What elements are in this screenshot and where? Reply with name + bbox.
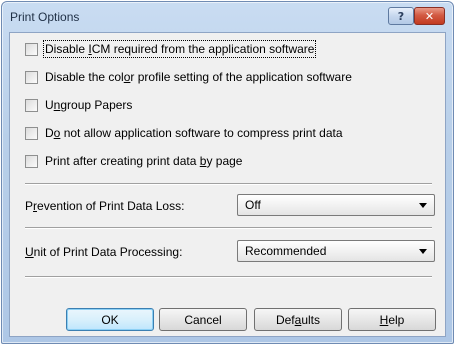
- unit-value: Recommended: [245, 244, 327, 258]
- checkbox-label: Disable ICM required from the applicatio…: [42, 40, 317, 58]
- checkbox-box[interactable]: [25, 154, 38, 168]
- ok-button[interactable]: OK: [66, 308, 154, 331]
- question-mark-icon: ?: [397, 9, 405, 23]
- unit-label: Unit of Print Data Processing:: [25, 245, 183, 259]
- checkbox-disable-icm[interactable]: Disable ICM required from the applicatio…: [25, 40, 317, 58]
- help-button[interactable]: Help: [348, 308, 436, 331]
- separator: [25, 276, 432, 278]
- checkbox-disable-color-profile[interactable]: Disable the color profile setting of the…: [25, 69, 352, 85]
- separator: [25, 183, 432, 185]
- checkbox-ungroup-papers[interactable]: Ungroup Papers: [25, 97, 132, 113]
- checkbox-print-by-page[interactable]: Print after creating print data by page: [25, 153, 242, 169]
- checkbox-label: Print after creating print data by page: [45, 154, 243, 168]
- checkbox-box[interactable]: [25, 98, 38, 112]
- chevron-down-icon: [419, 203, 427, 208]
- prevention-value: Off: [245, 198, 261, 212]
- dialog-title: Print Options: [10, 10, 80, 24]
- checkbox-no-compress[interactable]: Do not allow application software to com…: [25, 125, 343, 141]
- cancel-button[interactable]: Cancel: [159, 308, 247, 331]
- unit-select[interactable]: Recommended: [237, 240, 435, 262]
- checkbox-label: Disable the color profile setting of the…: [45, 70, 352, 84]
- print-options-dialog: Print Options ? ✕ Disable ICM required f…: [1, 1, 454, 344]
- checkbox-label: Ungroup Papers: [45, 98, 133, 112]
- close-button[interactable]: ✕: [414, 7, 445, 25]
- dialog-body: Disable ICM required from the applicatio…: [9, 32, 446, 337]
- checkbox-box[interactable]: [25, 70, 38, 84]
- checkbox-box[interactable]: [25, 126, 38, 140]
- checkbox-box[interactable]: [25, 42, 38, 56]
- defaults-button[interactable]: Def a ults: [254, 308, 342, 331]
- checkbox-label: Do not allow application software to com…: [45, 126, 343, 140]
- prevention-label: Prevention of Print Data Loss:: [25, 199, 185, 213]
- close-icon: ✕: [424, 9, 435, 23]
- separator: [25, 227, 432, 229]
- prevention-select[interactable]: Off: [237, 194, 435, 216]
- title-help-button[interactable]: ?: [388, 7, 414, 25]
- chevron-down-icon: [419, 249, 427, 254]
- title-bar: Print Options ? ✕: [2, 2, 453, 32]
